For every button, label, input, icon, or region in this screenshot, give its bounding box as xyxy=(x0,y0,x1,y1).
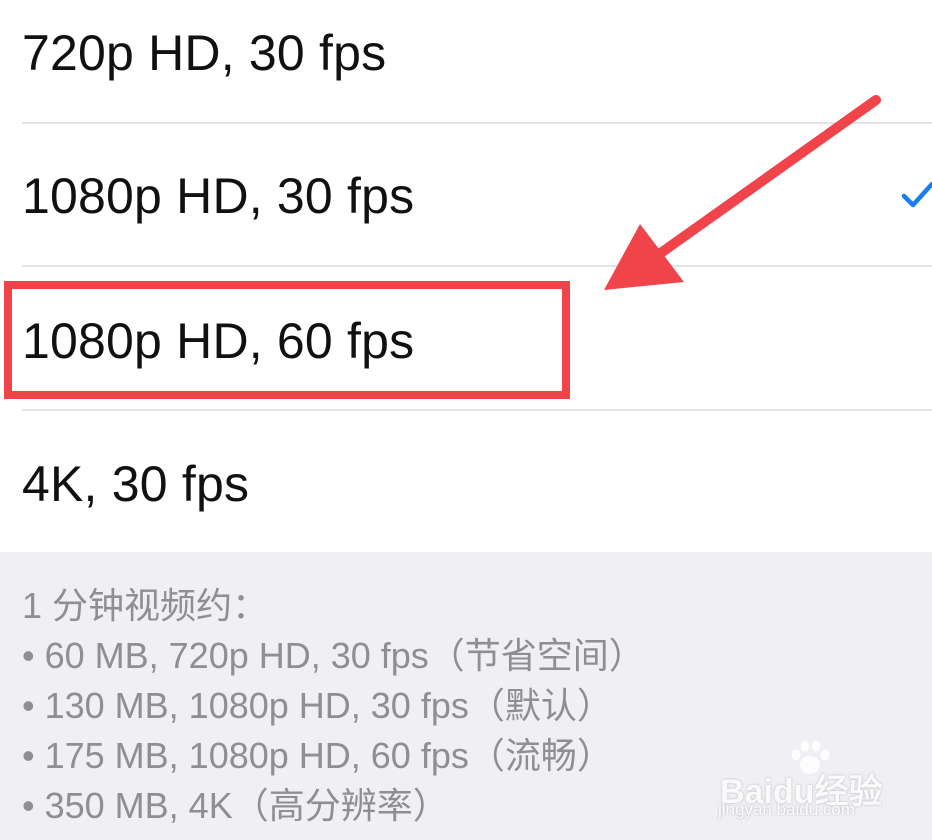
footer-line: • 175 MB, 1080p HD, 60 fps（流畅） xyxy=(22,735,613,776)
checkmark-icon xyxy=(901,181,932,208)
option-label: 1080p HD, 30 fps xyxy=(22,168,415,224)
option-4k-30fps[interactable]: 4K, 30 fps xyxy=(0,411,932,554)
option-label: 720p HD, 30 fps xyxy=(22,25,387,81)
option-label: 4K, 30 fps xyxy=(22,456,250,512)
footer-line: • 350 MB, 4K（高分辨率） xyxy=(22,785,449,826)
option-1080p-60fps[interactable]: 1080p HD, 60 fps xyxy=(0,267,932,410)
footer-heading: 1 分钟视频约： xyxy=(22,585,269,626)
footer-description: 1 分钟视频约： • 60 MB, 720p HD, 30 fps（节省空间） … xyxy=(0,552,932,840)
footer-line: • 130 MB, 1080p HD, 30 fps（默认） xyxy=(22,685,613,726)
video-format-list: 720p HD, 30 fps 1080p HD, 30 fps 1080p H… xyxy=(0,0,932,552)
footer-line: • 60 MB, 720p HD, 30 fps（节省空间） xyxy=(22,635,645,676)
option-label: 1080p HD, 60 fps xyxy=(22,313,415,369)
option-1080p-30fps[interactable]: 1080p HD, 30 fps xyxy=(0,123,932,266)
